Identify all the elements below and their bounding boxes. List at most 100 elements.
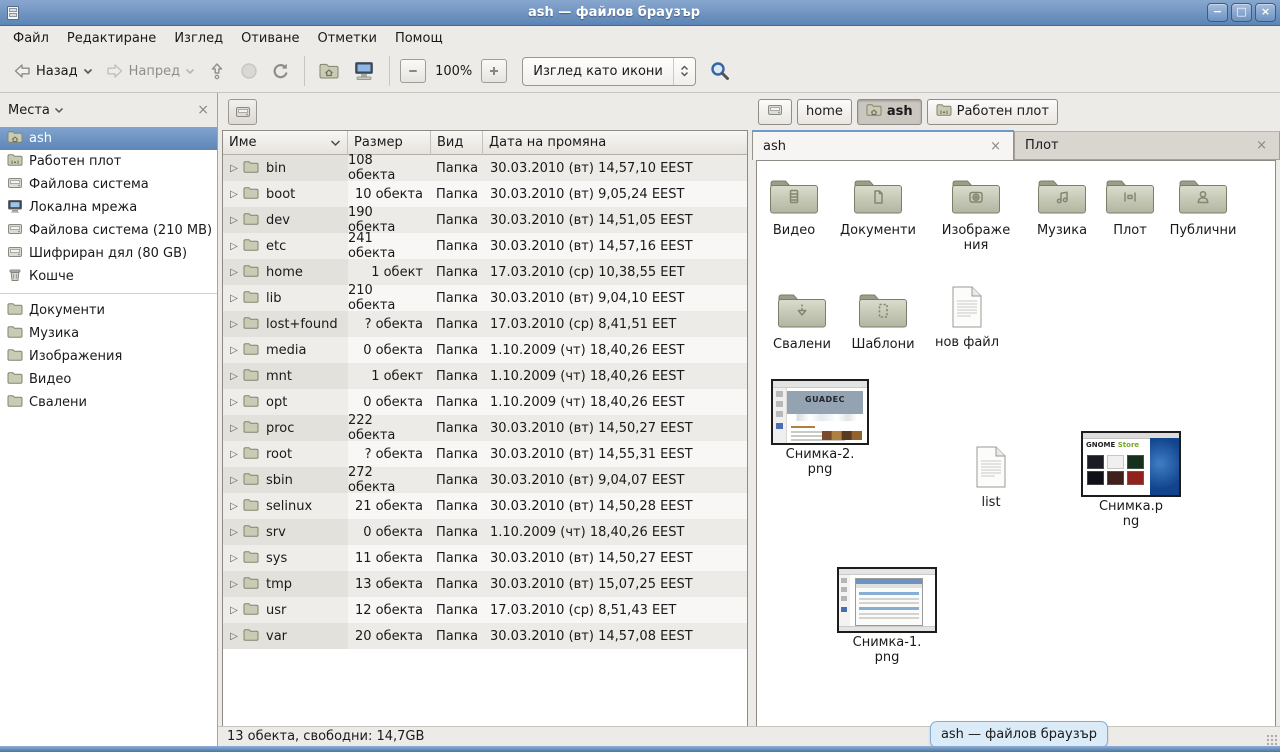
path-button[interactable]: home bbox=[797, 99, 852, 125]
icon-view-item[interactable]: GUADECСнимка-2.png bbox=[768, 379, 872, 478]
icon-view-item[interactable]: Изображения bbox=[934, 175, 1018, 254]
tab-close-icon[interactable]: × bbox=[1254, 138, 1269, 153]
icon-view-item[interactable]: list bbox=[956, 445, 1026, 511]
sidebar-item[interactable]: Свалени bbox=[0, 391, 217, 414]
expander-icon[interactable]: ▷ bbox=[227, 345, 241, 356]
table-row[interactable]: ▷lib210 обектаПапка30.03.2010 (вт) 9,04,… bbox=[223, 285, 747, 311]
icon-view-item[interactable]: Снимка-1.png bbox=[834, 567, 940, 666]
file-size: 11 обекта bbox=[348, 545, 431, 571]
table-row[interactable]: ▷opt0 обектаПапка1.10.2009 (чт) 18,40,26… bbox=[223, 389, 747, 415]
menu-item[interactable]: Редактиране bbox=[58, 29, 165, 48]
table-row[interactable]: ▷selinux21 обектаПапка30.03.2010 (вт) 14… bbox=[223, 493, 747, 519]
menu-item[interactable]: Изглед bbox=[165, 29, 232, 48]
icon-view-item[interactable]: Документи bbox=[832, 175, 924, 239]
tree-rows: ▷bin108 обектаПапка30.03.2010 (вт) 14,57… bbox=[223, 155, 747, 649]
places-selector[interactable]: Места bbox=[8, 103, 197, 118]
expander-icon[interactable]: ▷ bbox=[227, 319, 241, 330]
table-row[interactable]: ▷etc241 обектаПапка30.03.2010 (вт) 14,57… bbox=[223, 233, 747, 259]
table-row[interactable]: ▷dev190 обектаПапка30.03.2010 (вт) 14,51… bbox=[223, 207, 747, 233]
search-button[interactable] bbox=[706, 57, 734, 85]
icon-view-item[interactable]: Видео bbox=[756, 175, 840, 239]
table-row[interactable]: ▷proc222 обектаПапка30.03.2010 (вт) 14,5… bbox=[223, 415, 747, 441]
sidebar-item[interactable]: Файлова система (210 MB) bbox=[0, 219, 217, 242]
resize-grip[interactable] bbox=[1266, 734, 1278, 746]
forward-button[interactable]: Напред bbox=[99, 57, 201, 85]
expander-icon[interactable]: ▷ bbox=[227, 631, 241, 642]
path-button[interactable] bbox=[758, 99, 792, 125]
sidebar-item[interactable]: Файлова система bbox=[0, 173, 217, 196]
path-button[interactable]: ash bbox=[857, 99, 922, 125]
sidebar-item[interactable]: Видео bbox=[0, 368, 217, 391]
close-button[interactable]: × bbox=[1255, 3, 1276, 22]
maximize-button[interactable]: □ bbox=[1231, 3, 1252, 22]
expander-icon[interactable]: ▷ bbox=[227, 527, 241, 538]
table-row[interactable]: ▷boot10 обектаПапка30.03.2010 (вт) 9,05,… bbox=[223, 181, 747, 207]
expander-icon[interactable]: ▷ bbox=[227, 501, 241, 512]
table-row[interactable]: ▷sbin272 обектаПапка30.03.2010 (вт) 9,04… bbox=[223, 467, 747, 493]
column-header[interactable]: Име bbox=[223, 131, 348, 155]
expander-icon[interactable]: ▷ bbox=[227, 293, 241, 304]
tab-Плот[interactable]: Плот× bbox=[1014, 131, 1280, 160]
icon-view-item[interactable]: Свалени bbox=[756, 289, 848, 353]
icon-view-item[interactable]: Публични bbox=[1157, 175, 1249, 239]
expander-icon[interactable]: ▷ bbox=[227, 241, 241, 252]
expander-icon[interactable]: ▷ bbox=[227, 189, 241, 200]
menu-item[interactable]: Файл bbox=[4, 29, 58, 48]
home-button[interactable] bbox=[312, 57, 346, 85]
up-button[interactable] bbox=[201, 57, 233, 85]
expander-icon[interactable]: ▷ bbox=[227, 163, 241, 174]
back-button[interactable]: Назад bbox=[6, 57, 99, 85]
expander-icon[interactable]: ▷ bbox=[227, 267, 241, 278]
table-row[interactable]: ▷sys11 обектаПапка30.03.2010 (вт) 14,50,… bbox=[223, 545, 747, 571]
reload-button[interactable] bbox=[265, 57, 297, 85]
sidebar-item[interactable]: Документи bbox=[0, 299, 217, 322]
expander-icon[interactable]: ▷ bbox=[227, 371, 241, 382]
column-header[interactable]: Размер bbox=[348, 131, 431, 155]
menu-item[interactable]: Помощ bbox=[386, 29, 452, 48]
computer-button[interactable] bbox=[346, 56, 382, 86]
table-row[interactable]: ▷var20 обектаПапка30.03.2010 (вт) 14,57,… bbox=[223, 623, 747, 649]
menu-item[interactable]: Отметки bbox=[308, 29, 385, 48]
expander-icon[interactable]: ▷ bbox=[227, 475, 241, 486]
expander-icon[interactable]: ▷ bbox=[227, 423, 241, 434]
icon-view-item[interactable]: Шаблони bbox=[837, 289, 929, 353]
expander-icon[interactable]: ▷ bbox=[227, 553, 241, 564]
zoom-in-button[interactable] bbox=[481, 59, 507, 83]
sidebar-close-button[interactable]: × bbox=[197, 102, 209, 118]
zoom-out-button[interactable] bbox=[400, 59, 426, 83]
sidebar-item[interactable]: Работен плот bbox=[0, 150, 217, 173]
table-row[interactable]: ▷bin108 обектаПапка30.03.2010 (вт) 14,57… bbox=[223, 155, 747, 181]
tab-close-icon[interactable]: × bbox=[988, 139, 1003, 154]
sidebar-item[interactable]: Изображения bbox=[0, 345, 217, 368]
tab-ash[interactable]: ash× bbox=[752, 130, 1014, 160]
file-name: usr bbox=[266, 603, 286, 618]
menu-item[interactable]: Отиване bbox=[232, 29, 308, 48]
expander-icon[interactable]: ▷ bbox=[227, 579, 241, 590]
minimize-button[interactable]: − bbox=[1207, 3, 1228, 22]
sidebar-item[interactable]: Локална мрежа bbox=[0, 196, 217, 219]
sidebar-item[interactable]: Шифриран дял (80 GB) bbox=[0, 242, 217, 265]
table-row[interactable]: ▷srv0 обектаПапка1.10.2009 (чт) 18,40,26… bbox=[223, 519, 747, 545]
table-row[interactable]: ▷root? обектаПапка30.03.2010 (вт) 14,55,… bbox=[223, 441, 747, 467]
table-row[interactable]: ▷media0 обектаПапка1.10.2009 (чт) 18,40,… bbox=[223, 337, 747, 363]
column-header[interactable]: Вид bbox=[431, 131, 483, 155]
location-button[interactable] bbox=[228, 99, 257, 125]
expander-icon[interactable]: ▷ bbox=[227, 397, 241, 408]
expander-icon[interactable]: ▷ bbox=[227, 215, 241, 226]
table-row[interactable]: ▷mnt1 обектПапка1.10.2009 (чт) 18,40,26 … bbox=[223, 363, 747, 389]
sidebar-item[interactable]: ash bbox=[0, 127, 217, 150]
column-header[interactable]: Дата на промяна bbox=[483, 131, 747, 155]
icon-view-item[interactable]: нов файл bbox=[928, 285, 1006, 351]
expander-icon[interactable]: ▷ bbox=[227, 605, 241, 616]
expander-icon[interactable]: ▷ bbox=[227, 449, 241, 460]
path-button[interactable]: Работен плот bbox=[927, 99, 1058, 125]
view-mode-select[interactable]: Изглед като икони bbox=[522, 57, 696, 86]
table-row[interactable]: ▷lost+found? обектаПапка17.03.2010 (ср) … bbox=[223, 311, 747, 337]
sidebar-item[interactable]: Музика bbox=[0, 322, 217, 345]
stop-button[interactable] bbox=[233, 57, 265, 85]
table-row[interactable]: ▷usr12 обектаПапка17.03.2010 (ср) 8,51,4… bbox=[223, 597, 747, 623]
table-row[interactable]: ▷home1 обектПапка17.03.2010 (ср) 10,38,5… bbox=[223, 259, 747, 285]
icon-view-item[interactable]: GNOME StoreСнимка.png bbox=[1078, 431, 1184, 530]
table-row[interactable]: ▷tmp13 обектаПапка30.03.2010 (вт) 15,07,… bbox=[223, 571, 747, 597]
sidebar-item[interactable]: Кошче bbox=[0, 265, 217, 288]
